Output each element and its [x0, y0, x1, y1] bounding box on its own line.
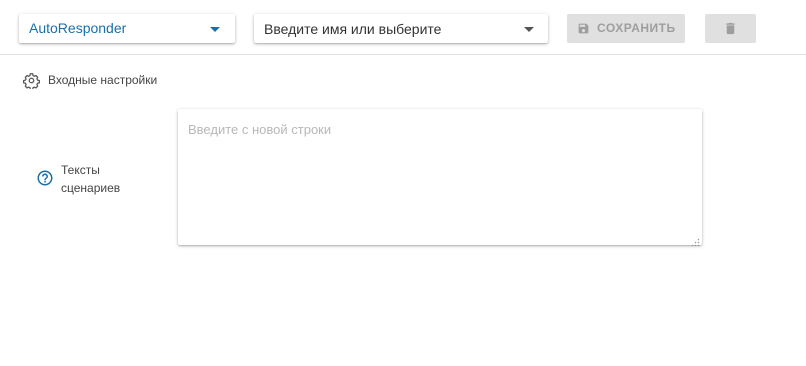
gear-icon [23, 72, 40, 91]
scenario-texts-label: Тексты сценариев [61, 161, 141, 197]
section-title: Входные настройки [48, 73, 158, 87]
caret-down-icon [524, 27, 534, 32]
delete-button[interactable] [705, 14, 756, 43]
name-select[interactable]: Введите имя или выберите [254, 14, 548, 43]
textarea-placeholder: Введите с новой строки [188, 122, 332, 137]
responder-select-value: AutoResponder [29, 20, 127, 36]
caret-down-icon [210, 27, 220, 32]
trash-icon [723, 21, 738, 36]
responder-select[interactable]: AutoResponder [19, 14, 235, 43]
resize-grip-icon[interactable] [691, 234, 700, 247]
floppy-disk-icon [577, 22, 590, 35]
name-select-placeholder: Введите имя или выберите [264, 21, 442, 37]
scenario-texts-label-line2: сценариев [61, 181, 121, 195]
scenario-texts-textarea[interactable]: Введите с новой строки [178, 109, 702, 247]
help-circle-icon[interactable] [36, 169, 54, 187]
save-button-label: СОХРАНИТЬ [597, 21, 676, 35]
page: AutoResponder Введите имя или выберите С… [0, 0, 806, 366]
scenario-texts-label-line1: Тексты [61, 163, 100, 177]
toolbar-divider [0, 54, 806, 55]
save-button[interactable]: СОХРАНИТЬ [567, 14, 685, 43]
